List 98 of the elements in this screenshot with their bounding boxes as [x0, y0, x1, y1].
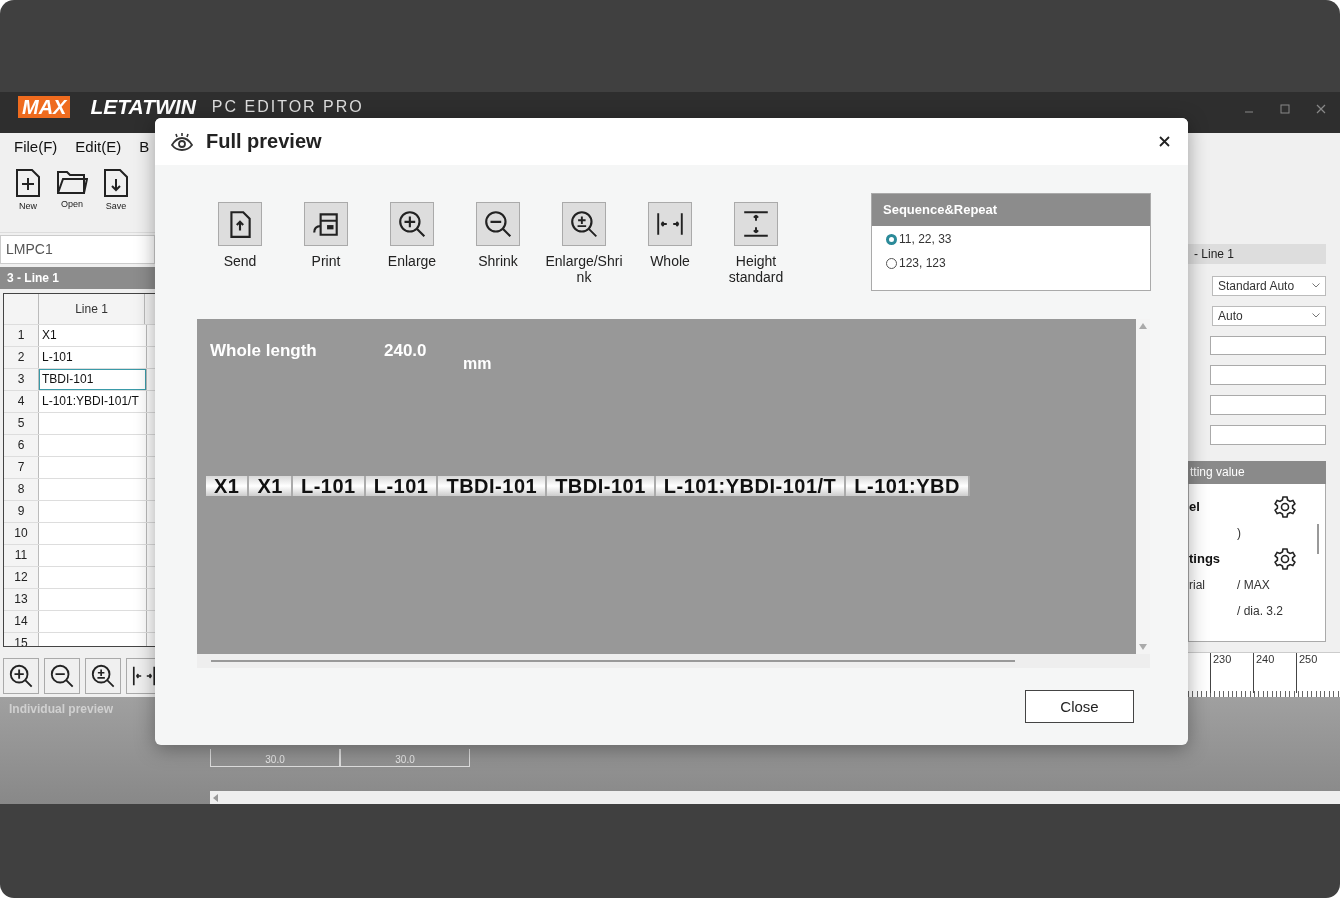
ruler-number: 250 [1296, 653, 1339, 694]
dimension-line: 30.0 [340, 749, 470, 767]
toolbar-button[interactable]: Open [54, 168, 90, 224]
whole-length-label: Whole length [210, 341, 318, 362]
ruler-number: 230 [1210, 653, 1253, 694]
row-number: 11 [4, 545, 39, 566]
chevron-down-icon [1312, 313, 1320, 319]
section-heading: el [1189, 499, 1200, 515]
row-number: 5 [4, 413, 39, 434]
scroll-down-icon[interactable] [1139, 644, 1147, 650]
settings-icon[interactable] [1273, 546, 1297, 571]
setting-label: rial [1189, 577, 1206, 592]
zoom-button[interactable] [44, 658, 80, 694]
table-cell[interactable]: X1 [39, 325, 146, 346]
row-number: 12 [4, 567, 39, 588]
app-brand-name: LETATWIN [90, 96, 196, 118]
input-field[interactable] [1210, 335, 1326, 356]
column-header: Line 1 [74, 301, 109, 318]
dropdown[interactable]: Standard Auto [1212, 276, 1326, 296]
row-number: 14 [4, 611, 39, 632]
menu-item[interactable]: File(F) [14, 138, 58, 155]
label-segment: TBDI-101 [438, 476, 548, 496]
eye-icon [170, 131, 194, 152]
settings-icon[interactable] [1273, 494, 1297, 519]
input-field[interactable] [1210, 425, 1326, 445]
row-number: 2 [4, 347, 39, 368]
label-segment: X1 [206, 476, 250, 496]
setting-value: ) [1237, 525, 1241, 540]
row-number: 10 [4, 523, 39, 544]
row-number: 3 [4, 369, 39, 390]
close-button[interactable]: Close [1025, 690, 1134, 723]
chevron-down-icon [1312, 283, 1320, 289]
toolbar-button[interactable]: Print [283, 202, 369, 269]
close-icon[interactable] [1159, 136, 1170, 147]
input-field[interactable] [1210, 365, 1326, 386]
zoom-in-icon [8, 663, 34, 689]
zoom-out-icon [483, 209, 513, 239]
zoom-out-icon [49, 663, 75, 689]
setting-value: / MAX [1237, 577, 1270, 592]
row-number: 6 [4, 435, 39, 456]
toolbar-button[interactable]: Enlarge [369, 202, 455, 269]
toolbar-button[interactable]: Height standard [713, 202, 799, 285]
row-number: 1 [4, 325, 39, 346]
table-cell[interactable]: L-101 [39, 347, 146, 368]
radio-option[interactable]: 123, 123 [886, 256, 946, 270]
dialog-title: Full preview [206, 130, 322, 153]
zoom-plus-minus-icon [90, 663, 116, 689]
radio-option[interactable]: 11, 22, 33 [886, 232, 952, 246]
new-file-icon [15, 168, 41, 198]
row-number: 7 [4, 457, 39, 478]
dropdown[interactable]: Auto [1212, 305, 1326, 326]
toolbar-button[interactable]: Whole [627, 202, 713, 269]
whole-length-value: 240.0 [384, 341, 428, 362]
toolbar-button[interactable]: Send [197, 202, 283, 269]
app-product-name: PC EDITOR PRO [211, 97, 364, 117]
row-number: 4 [4, 391, 39, 412]
zoom-in-icon [397, 209, 427, 239]
menu-item[interactable]: B [139, 138, 150, 155]
menu-item[interactable]: Edit(E) [75, 138, 122, 155]
scrollbar-thumb[interactable] [211, 660, 1015, 662]
input-field[interactable] [1210, 395, 1326, 416]
maximize-icon[interactable] [1280, 104, 1290, 114]
zoom-button[interactable] [85, 658, 121, 694]
unit-label: mm [463, 354, 492, 373]
table-cell[interactable]: TBDI-101 [39, 369, 146, 390]
scroll-up-icon[interactable] [1139, 323, 1147, 329]
label-segment: L-101 [292, 476, 366, 496]
scroll-left-icon[interactable] [213, 793, 219, 802]
settings-header: tting value [1188, 460, 1326, 484]
zoom-button[interactable] [126, 658, 155, 694]
row-number: 8 [4, 479, 39, 500]
horizontal-scrollbar[interactable] [210, 791, 1340, 804]
fit-height-icon [741, 209, 771, 239]
zoom-plus-minus-icon [569, 209, 599, 239]
label-segment: X1 [249, 476, 293, 496]
ruler-number: 240 [1253, 653, 1296, 694]
row-number: 9 [4, 501, 39, 522]
row-number: 13 [4, 589, 39, 610]
table-cell[interactable]: L-101:YBDI-101/T [39, 391, 146, 412]
toolbar-button[interactable]: New [10, 168, 46, 224]
label-segment: TBDI-101 [547, 476, 656, 496]
line-panel-header: 3 - Line 1 [0, 267, 155, 289]
toolbar-button[interactable]: Enlarge/Shri nk [541, 202, 627, 285]
label-segment: L-101 [365, 476, 439, 496]
label-segment: L-101:YBD [846, 476, 970, 496]
toolbar-button[interactable]: Save [98, 168, 134, 224]
folder-icon [56, 168, 88, 196]
toolbar-button[interactable]: Shrink [455, 202, 541, 269]
label-segment: L-101:YBDI-101/T [655, 476, 847, 496]
layout-name-field[interactable]: LMPC1 [0, 235, 155, 264]
save-file-icon [103, 168, 129, 198]
dimension-line: 30.0 [210, 749, 340, 767]
setting-value: / dia. 3.2 [1237, 603, 1284, 618]
zoom-button[interactable] [3, 658, 39, 694]
app-logo: MAX [18, 96, 71, 118]
line-settings-header: - Line 1 [1188, 244, 1326, 264]
section-heading: tings [1189, 551, 1221, 567]
panel-title: Sequence&Repeat [872, 194, 1150, 226]
